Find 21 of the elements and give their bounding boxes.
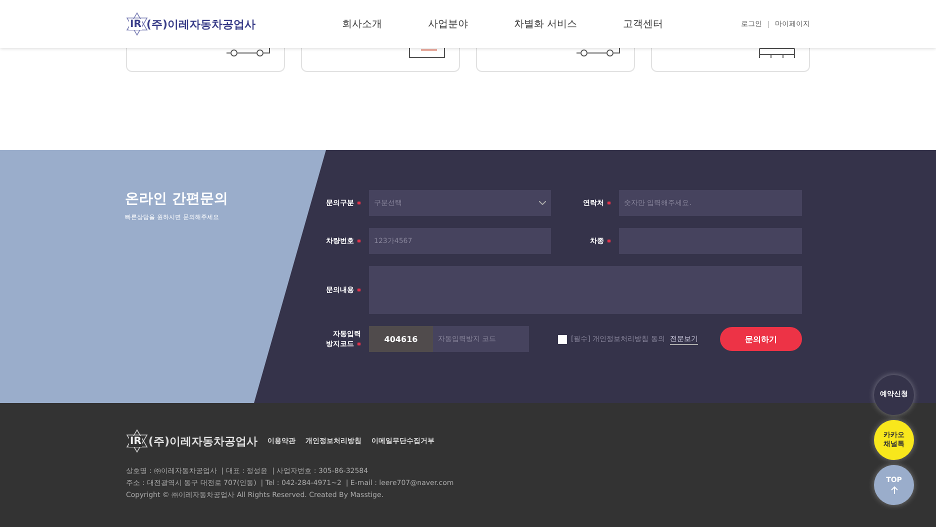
- nav-link[interactable]: 사업분야: [428, 17, 468, 31]
- nav-link[interactable]: 차별화 서비스: [514, 17, 578, 31]
- service-card[interactable]: [651, 48, 810, 72]
- footer-logo-text: (주)이레자동차공업사: [148, 434, 258, 448]
- consent-checkbox[interactable]: [558, 334, 567, 344]
- nav-link[interactable]: 고객센터: [623, 17, 664, 31]
- logo-mark: IR: [129, 18, 142, 30]
- shelf-icon: [759, 48, 795, 58]
- car-icon: [576, 48, 620, 57]
- submit-button[interactable]: 문의하기: [720, 327, 802, 351]
- logo-text: (주)이레자동차공업사: [146, 16, 256, 32]
- arrow-up-icon: [890, 486, 898, 494]
- shop-icon: [409, 48, 445, 58]
- chevron-down-icon: [539, 201, 546, 205]
- logo-star-icon: [126, 12, 148, 36]
- logo-mark: IR: [129, 436, 142, 446]
- logo-star-icon: [126, 429, 148, 453]
- nav-link[interactable]: 회사소개: [342, 17, 382, 31]
- section-title: 온라인 간편문의: [125, 190, 229, 208]
- captcha-code: 404616: [369, 326, 433, 352]
- car-icon: [226, 48, 270, 57]
